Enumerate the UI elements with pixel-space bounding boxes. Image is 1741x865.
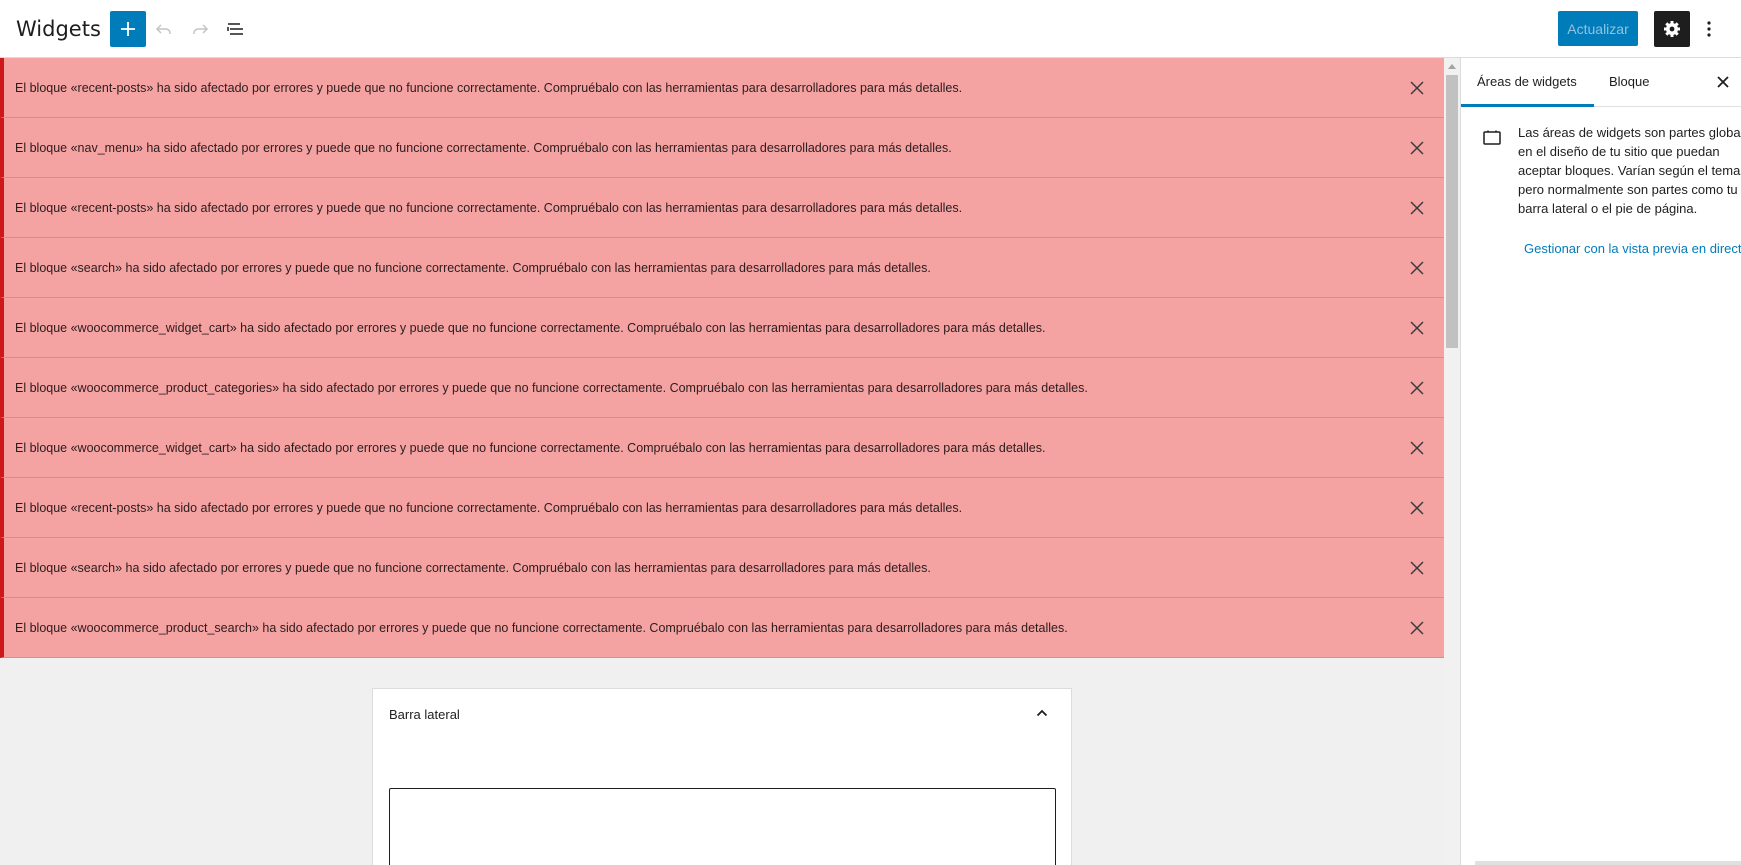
- widget-area-title: Barra lateral: [389, 707, 460, 722]
- settings-sidebar: Áreas de widgets Bloque Las áreas de wid…: [1460, 58, 1741, 865]
- error-notice: El bloque «recent-posts» ha sido afectad…: [0, 478, 1444, 538]
- sidebar-tabs: Áreas de widgets Bloque: [1461, 58, 1741, 107]
- dismiss-notice-button[interactable]: [1405, 616, 1429, 640]
- notice-text: El bloque «recent-posts» ha sido afectad…: [15, 81, 963, 95]
- notice-text: El bloque «search» ha sido afectado por …: [15, 561, 931, 575]
- editor-header: Widgets Actualizar: [0, 0, 1741, 58]
- manage-live-preview-link[interactable]: Gestionar con la vista previa en directo: [1524, 241, 1741, 256]
- close-icon: [1717, 76, 1729, 88]
- collapse-widget-area-button[interactable]: [1030, 701, 1054, 725]
- widget-area-icon: [1480, 126, 1504, 150]
- dismiss-notice-button[interactable]: [1405, 436, 1429, 460]
- notice-text: El bloque «woocommerce_product_search» h…: [15, 621, 1068, 635]
- undo-button[interactable]: [146, 11, 182, 47]
- redo-button[interactable]: [182, 11, 218, 47]
- tab-block[interactable]: Bloque: [1609, 58, 1649, 107]
- error-notice: El bloque «recent-posts» ha sido afectad…: [0, 178, 1444, 238]
- notice-text: El bloque «woocommerce_widget_cart» ha s…: [15, 321, 1046, 335]
- chevron-up-icon: [1036, 709, 1048, 717]
- widget-area-panel: Barra lateral: [372, 688, 1072, 865]
- notice-text: El bloque «recent-posts» ha sido afectad…: [15, 201, 963, 215]
- close-icon: [1410, 561, 1424, 575]
- error-notice: El bloque «woocommerce_widget_cart» ha s…: [0, 298, 1444, 358]
- notice-text: El bloque «woocommerce_widget_cart» ha s…: [15, 441, 1046, 455]
- close-icon: [1410, 321, 1424, 335]
- notice-text: El bloque «recent-posts» ha sido afectad…: [15, 501, 963, 515]
- notice-text: El bloque «search» ha sido afectado por …: [15, 261, 931, 275]
- close-icon: [1410, 141, 1424, 155]
- close-icon: [1410, 381, 1424, 395]
- page-title: Widgets: [16, 17, 101, 41]
- notice-list: El bloque «recent-posts» ha sido afectad…: [0, 58, 1444, 658]
- scroll-thumb[interactable]: [1446, 75, 1458, 348]
- close-sidebar-button[interactable]: [1711, 70, 1735, 94]
- list-view-icon: [227, 23, 243, 35]
- dismiss-notice-button[interactable]: [1405, 256, 1429, 280]
- vertical-ellipsis-icon: [1707, 21, 1711, 37]
- tab-widget-areas[interactable]: Áreas de widgets: [1461, 58, 1594, 107]
- dismiss-notice-button[interactable]: [1405, 376, 1429, 400]
- list-view-button[interactable]: [218, 11, 254, 47]
- dismiss-notice-button[interactable]: [1405, 196, 1429, 220]
- plus-icon: [121, 22, 135, 36]
- scroll-up-arrow-icon[interactable]: [1448, 64, 1456, 69]
- sidebar-scrollbar[interactable]: [1475, 861, 1741, 865]
- notice-text: El bloque «woocommerce_product_categorie…: [15, 381, 1088, 395]
- block-appender[interactable]: [389, 788, 1056, 865]
- error-notice: El bloque «recent-posts» ha sido afectad…: [0, 58, 1444, 118]
- close-icon: [1410, 261, 1424, 275]
- gear-icon: [1664, 21, 1680, 37]
- widget-areas-description: Las áreas de widgets son partes globales…: [1518, 125, 1741, 216]
- close-icon: [1410, 201, 1424, 215]
- close-icon: [1410, 621, 1424, 635]
- dismiss-notice-button[interactable]: [1405, 556, 1429, 580]
- error-notice: El bloque «nav_menu» ha sido afectado po…: [0, 118, 1444, 178]
- close-icon: [1410, 441, 1424, 455]
- undo-icon: [155, 24, 171, 34]
- dismiss-notice-button[interactable]: [1405, 136, 1429, 160]
- notice-text: El bloque «nav_menu» ha sido afectado po…: [15, 141, 952, 155]
- update-button[interactable]: Actualizar: [1558, 11, 1638, 46]
- error-notice: El bloque «woocommerce_widget_cart» ha s…: [0, 418, 1444, 478]
- error-notice: El bloque «search» ha sido afectado por …: [0, 538, 1444, 598]
- more-options-button[interactable]: [1697, 11, 1721, 47]
- settings-button[interactable]: [1654, 11, 1690, 47]
- content-scrollbar[interactable]: [1444, 58, 1460, 865]
- redo-icon: [193, 24, 209, 34]
- error-notice: El bloque «search» ha sido afectado por …: [0, 238, 1444, 298]
- dismiss-notice-button[interactable]: [1405, 316, 1429, 340]
- close-icon: [1410, 501, 1424, 515]
- dismiss-notice-button[interactable]: [1405, 496, 1429, 520]
- dismiss-notice-button[interactable]: [1405, 76, 1429, 100]
- error-notice: El bloque «woocommerce_product_search» h…: [0, 598, 1444, 658]
- add-block-button[interactable]: [110, 11, 146, 47]
- error-notice: El bloque «woocommerce_product_categorie…: [0, 358, 1444, 418]
- close-icon: [1410, 81, 1424, 95]
